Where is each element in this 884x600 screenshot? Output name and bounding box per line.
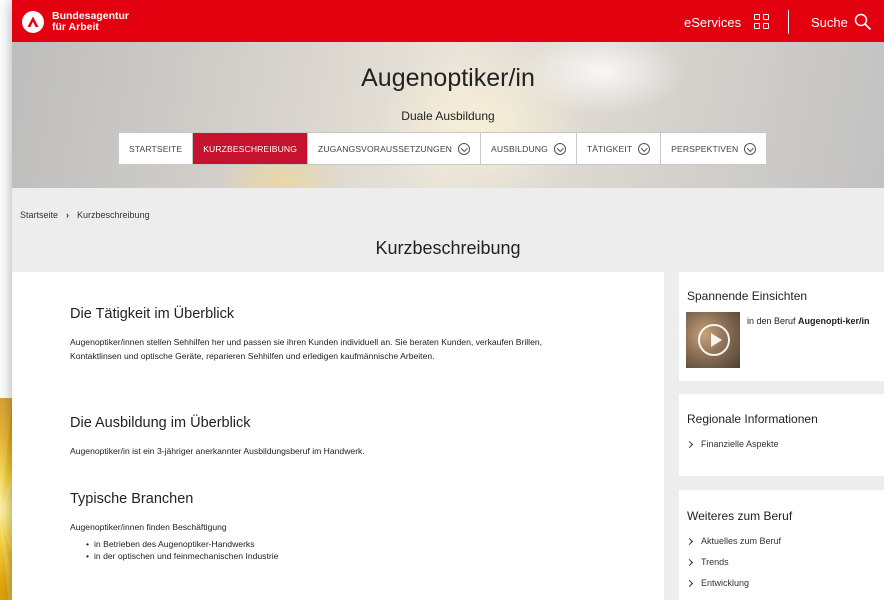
insights-text-bold: Augenopti-ker/in [798,316,870,326]
search-icon[interactable] [854,13,872,31]
eservices-link[interactable]: eServices [684,15,741,30]
tab-bar: STARTSEITE KURZBESCHREIBUNG ZUGANGSVORAU… [118,132,768,165]
tab-kurzbeschreibung[interactable]: KURZBESCHREIBUNG [193,133,308,164]
link-aktuelles[interactable]: Aktuelles zum Beruf [685,536,782,546]
regional-card: Regionale Informationen Finanzielle Aspe… [679,394,884,476]
insights-title: Spannende Einsichten [687,289,808,303]
play-icon[interactable] [698,324,730,356]
tab-label: AUSBILDUNG [490,143,548,154]
section-heading: Kurzbeschreibung [375,238,521,258]
link-trends[interactable]: Trends [685,557,729,567]
tab-label: KURZBESCHREIBUNG [203,143,297,154]
insights-text-prefix: in den Beruf [747,316,799,326]
link-entwicklung[interactable]: Entwicklung [685,578,750,588]
top-navigation-bar: Bundesagentur für Arbeit eServices Suche [12,0,884,42]
tab-perspektiven[interactable]: PERSPEKTIVEN [661,133,766,164]
more-card: Weiteres zum Beruf Aktuelles zum Beruf T… [679,490,884,600]
page-subtitle: Duale Ausbildung [401,109,495,123]
grid-icon[interactable] [754,14,770,30]
chevron-down-icon [638,142,651,155]
main-content-card: Die Tätigkeit im Überblick Augenoptiker/… [12,272,664,600]
link-label: Entwicklung [701,578,750,588]
tab-zugangsvoraussetzungen[interactable]: ZUGANGSVORAUSSETZUNGEN [308,133,481,164]
video-thumbnail[interactable] [686,312,740,368]
link-finanzielle-aspekte[interactable]: Finanzielle Aspekte [685,439,779,449]
ba-logo-icon[interactable] [22,11,44,33]
section-text-branchen: Augenoptiker/innen finden Beschäftigung [70,522,227,532]
tab-label: TÄTIGKEIT [586,143,633,154]
tab-startseite[interactable]: STARTSEITE [119,133,194,164]
tab-label: ZUGANGSVORAUSSETZUNGEN [317,143,452,154]
section-title-taetigkeit: Die Tätigkeit im Überblick [70,306,235,322]
chevron-right-icon [685,440,694,448]
link-label: Aktuelles zum Beruf [701,536,782,546]
link-label: Trends [701,557,729,567]
chevron-down-icon [553,142,566,155]
chevron-right-icon [685,537,694,545]
tab-label: PERSPEKTIVEN [671,143,739,154]
breadcrumb-current: Kurzbeschreibung [77,210,150,220]
chevron-down-icon [457,142,470,155]
branchen-list: in Betrieben des Augenoptiker-Handwerks … [86,538,278,562]
list-item: in der optischen und feinmechanischen In… [86,550,278,562]
section-text-ausbildung: Augenoptiker/in ist ein 3-jähriger anerk… [70,446,365,456]
list-item: in Betrieben des Augenoptiker-Handwerks [86,538,278,550]
insights-link[interactable]: in den Beruf Augenopti-ker/in [747,315,877,327]
chevron-right-icon [685,579,694,587]
page-title: Augenoptiker/in [361,64,535,92]
tab-label: STARTSEITE [129,143,183,154]
breadcrumb-home[interactable]: Startseite [20,210,58,220]
insights-card: Spannende Einsichten in den Beruf Augeno… [679,272,884,381]
logo-text[interactable]: Bundesagentur für Arbeit [52,11,129,33]
chevron-down-icon [744,142,757,155]
section-text-taetigkeit: Augenoptiker/innen stellen Sehhilfen her… [70,337,543,361]
topbar-divider [788,10,789,34]
link-label: Finanzielle Aspekte [701,439,779,449]
hero-banner: Augenoptiker/in Duale Ausbildung STARTSE… [12,42,884,188]
tab-ausbildung[interactable]: AUSBILDUNG [481,133,577,164]
chevron-right-icon: › [66,210,70,220]
section-title-ausbildung: Die Ausbildung im Überblick [70,415,251,431]
logo-line-2: für Arbeit [52,21,99,33]
search-link[interactable]: Suche [811,15,848,30]
section-title-branchen: Typische Branchen [70,491,194,507]
chevron-right-icon [685,558,694,566]
tab-taetigkeit[interactable]: TÄTIGKEIT [577,133,662,164]
breadcrumb: Startseite › Kurzbeschreibung [20,210,150,220]
browser-page: Bundesagentur für Arbeit eServices Suche… [12,0,884,600]
regional-title: Regionale Informationen [687,412,818,426]
more-title: Weiteres zum Beruf [687,509,793,523]
